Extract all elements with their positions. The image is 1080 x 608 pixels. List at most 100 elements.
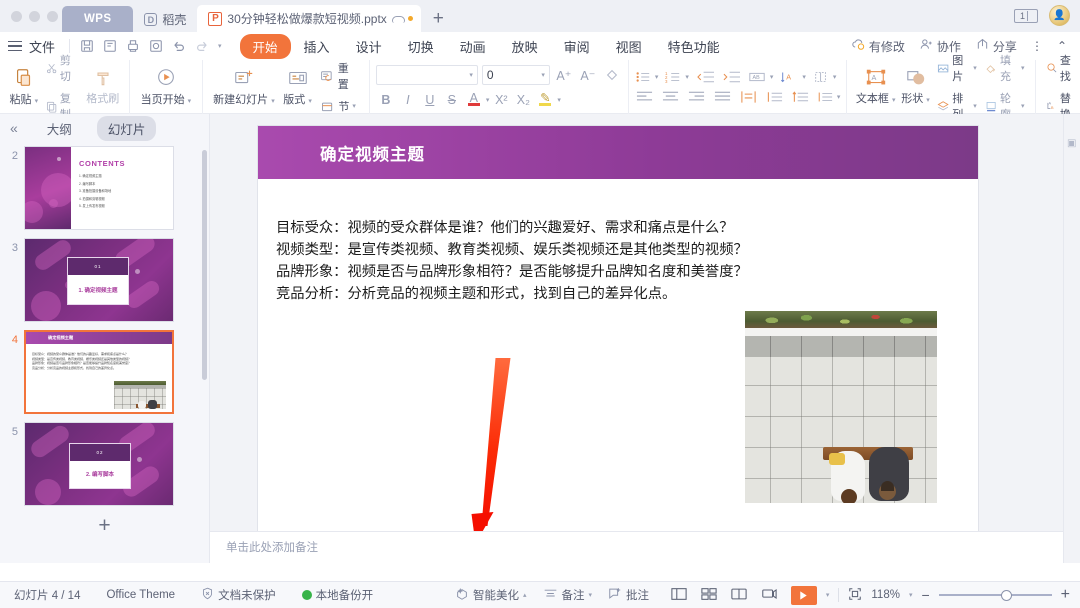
add-slide-button[interactable]: + (0, 510, 209, 538)
slide-title-bar[interactable]: 确定视频主题 (258, 126, 978, 179)
text-direction-button[interactable]: AB ▾ (748, 70, 773, 84)
new-tab-button[interactable]: + (421, 8, 454, 32)
tab-animation[interactable]: 动画 (447, 37, 499, 56)
print-icon[interactable] (126, 39, 140, 53)
undo-icon[interactable] (172, 39, 186, 53)
slide-image[interactable] (745, 311, 937, 503)
collapse-panel-icon[interactable]: « (6, 120, 22, 136)
highlight-caret-icon[interactable]: ▾ (557, 96, 561, 104)
thumbnail-5[interactable]: 02 2. 编写脚本 (24, 422, 174, 506)
tab-outline[interactable]: 大纲 (36, 116, 83, 141)
tab-start[interactable]: 开始 (239, 33, 291, 59)
comment-button[interactable]: 批注 (608, 587, 649, 603)
bullets-button[interactable]: ▾ (635, 70, 658, 84)
zoom-menu-caret-icon[interactable]: ▾ (909, 591, 913, 599)
numbering-button[interactable]: 1 2 3 ▾ (665, 70, 689, 84)
clear-format-icon[interactable] (602, 66, 622, 85)
fit-to-window-button[interactable] (848, 587, 862, 604)
superscript-button[interactable]: X² (491, 90, 511, 109)
qat-more-icon[interactable]: ▾ (218, 42, 222, 50)
format-painter-button[interactable]: 格式刷 (83, 68, 123, 106)
panel-scrollbar[interactable] (202, 150, 207, 380)
tab-special[interactable]: 特色功能 (655, 37, 733, 56)
app-menu-icon[interactable] (8, 40, 22, 52)
maximize-button[interactable] (47, 11, 58, 22)
list-item[interactable]: 5 02 2. 编写脚本 (0, 418, 209, 510)
theme-name[interactable]: Office Theme (106, 589, 175, 601)
zoom-slider[interactable] (938, 589, 1052, 602)
tab-wps[interactable]: WPS (62, 6, 134, 32)
fill-button[interactable]: 填充 ▾ (981, 50, 1029, 86)
window-controls[interactable] (11, 11, 58, 22)
notes-pane[interactable]: 单击此处添加备注 (210, 531, 1063, 563)
view-normal-button[interactable] (671, 587, 687, 604)
thumbnail-3[interactable]: 01 1. 确定视频主题 (24, 238, 174, 322)
tab-slideshow[interactable]: 放映 (499, 37, 551, 56)
increase-indent-button[interactable] (722, 70, 741, 85)
notes-toggle-button[interactable]: 备注 ▾ (543, 587, 592, 603)
zoom-out-button[interactable]: − (921, 587, 929, 603)
thumbnail-2[interactable]: CONTENTS 1. 确定视频主题 2. 编写脚本 3. 准备拍摄设备和场地 … (24, 146, 174, 230)
justify-button[interactable] (713, 90, 732, 105)
subscript-button[interactable]: X₂ (513, 90, 533, 109)
font-color-caret-icon[interactable]: ▾ (486, 96, 490, 104)
user-avatar[interactable]: 👤 (1049, 5, 1070, 26)
tab-review[interactable]: 审阅 (551, 37, 603, 56)
view-reading-button[interactable] (731, 587, 747, 604)
slide-body-text[interactable]: 目标受众：视频的受众群体是谁？他们的兴趣爱好、需求和痛点是什么？ 视频类型：是宣… (258, 179, 978, 305)
list-item[interactable]: 3 01 1. 确定视频主题 (0, 234, 209, 326)
list-item[interactable]: 4 确定视频主题 目标受众：视频的受众群体是谁？他们的兴趣爱好、需求和痛点是什么… (0, 326, 209, 418)
shrink-font-button[interactable]: A⁻ (578, 66, 598, 85)
strikethrough-button[interactable]: S (442, 90, 462, 109)
tab-document[interactable]: P 30分钟轻松做爆款短视频.pptx (197, 5, 421, 32)
grow-font-button[interactable]: A⁺ (554, 66, 574, 85)
list-item[interactable]: 2 CONTENTS 1. 确定视频主题 2. 编写脚本 3. 准备拍摄设备和场… (0, 142, 209, 234)
zoom-slider-handle[interactable] (1000, 589, 1012, 601)
font-name-select[interactable]: ▾ (375, 65, 478, 85)
line-spacing-decrease-button[interactable] (765, 90, 784, 105)
align-left-button[interactable] (635, 90, 654, 105)
align-right-button[interactable] (687, 90, 706, 105)
tab-insert[interactable]: 插入 (291, 37, 343, 56)
decrease-indent-button[interactable] (696, 70, 715, 85)
bold-button[interactable]: B (376, 90, 396, 109)
distribute-button[interactable] (739, 90, 758, 105)
zoom-level[interactable]: 118% (871, 589, 900, 601)
highlight-button[interactable]: ✎ (535, 90, 555, 109)
smart-beautify-button[interactable]: 智能美化 ▴ (455, 587, 527, 604)
reset-button[interactable]: 重置 (316, 58, 362, 94)
layout-button[interactable]: 版式 ▾ (279, 67, 317, 107)
textbox-button[interactable]: A 文本框 ▾ (853, 68, 898, 106)
local-backup-status[interactable]: 本地备份开 (301, 587, 373, 603)
print-preview-icon[interactable] (149, 39, 163, 53)
thumbnail-4[interactable]: 确定视频主题 目标受众：视频的受众群体是谁？他们的兴趣爱好、需求和痛点是什么？ … (24, 330, 174, 414)
tab-transition[interactable]: 切换 (395, 37, 447, 56)
font-color-button[interactable]: A (464, 90, 484, 109)
present-from-current-button[interactable]: 当页开始 ▾ (136, 67, 197, 107)
picture-button[interactable]: 图片 ▾ (933, 50, 981, 86)
restore-window-button[interactable]: 1 (1014, 8, 1038, 23)
underline-button[interactable]: U (420, 90, 440, 109)
font-size-select[interactable]: 0 ▾ (481, 65, 550, 85)
cut-button[interactable]: 剪切 (42, 50, 83, 86)
play-options-caret-icon[interactable]: ▾ (826, 591, 830, 599)
right-sidebar[interactable]: ▣ (1063, 114, 1080, 563)
line-spacing-button[interactable]: ▾ (817, 90, 840, 104)
italic-button[interactable]: I (398, 90, 418, 109)
play-slideshow-button[interactable] (790, 585, 817, 605)
tab-design[interactable]: 设计 (343, 37, 395, 56)
slide-editing-stage[interactable]: 确定视频主题 目标受众：视频的受众群体是谁？他们的兴趣爱好、需求和痛点是什么？ … (210, 114, 1063, 563)
view-presenter-button[interactable] (761, 587, 777, 604)
find-button[interactable]: 查找 (1042, 50, 1080, 86)
shape-button[interactable]: 形状 ▾ (898, 68, 933, 106)
align-text-button[interactable]: A ▾ (780, 70, 806, 84)
tab-slides[interactable]: 幻灯片 (96, 115, 157, 141)
thumbnail-list[interactable]: 2 CONTENTS 1. 确定视频主题 2. 编写脚本 3. 准备拍摄设备和场… (0, 142, 209, 563)
current-slide[interactable]: 确定视频主题 目标受众：视频的受众群体是谁？他们的兴趣爱好、需求和痛点是什么？ … (258, 126, 978, 531)
tab-view[interactable]: 视图 (603, 37, 655, 56)
paste-button[interactable]: 粘贴 ▾ (6, 67, 42, 107)
section-button[interactable]: 节 ▾ (316, 96, 362, 116)
new-slide-button[interactable]: 新建幻灯片 ▾ (209, 67, 279, 107)
align-center-button[interactable] (661, 90, 680, 105)
save-as-icon[interactable] (103, 39, 117, 53)
